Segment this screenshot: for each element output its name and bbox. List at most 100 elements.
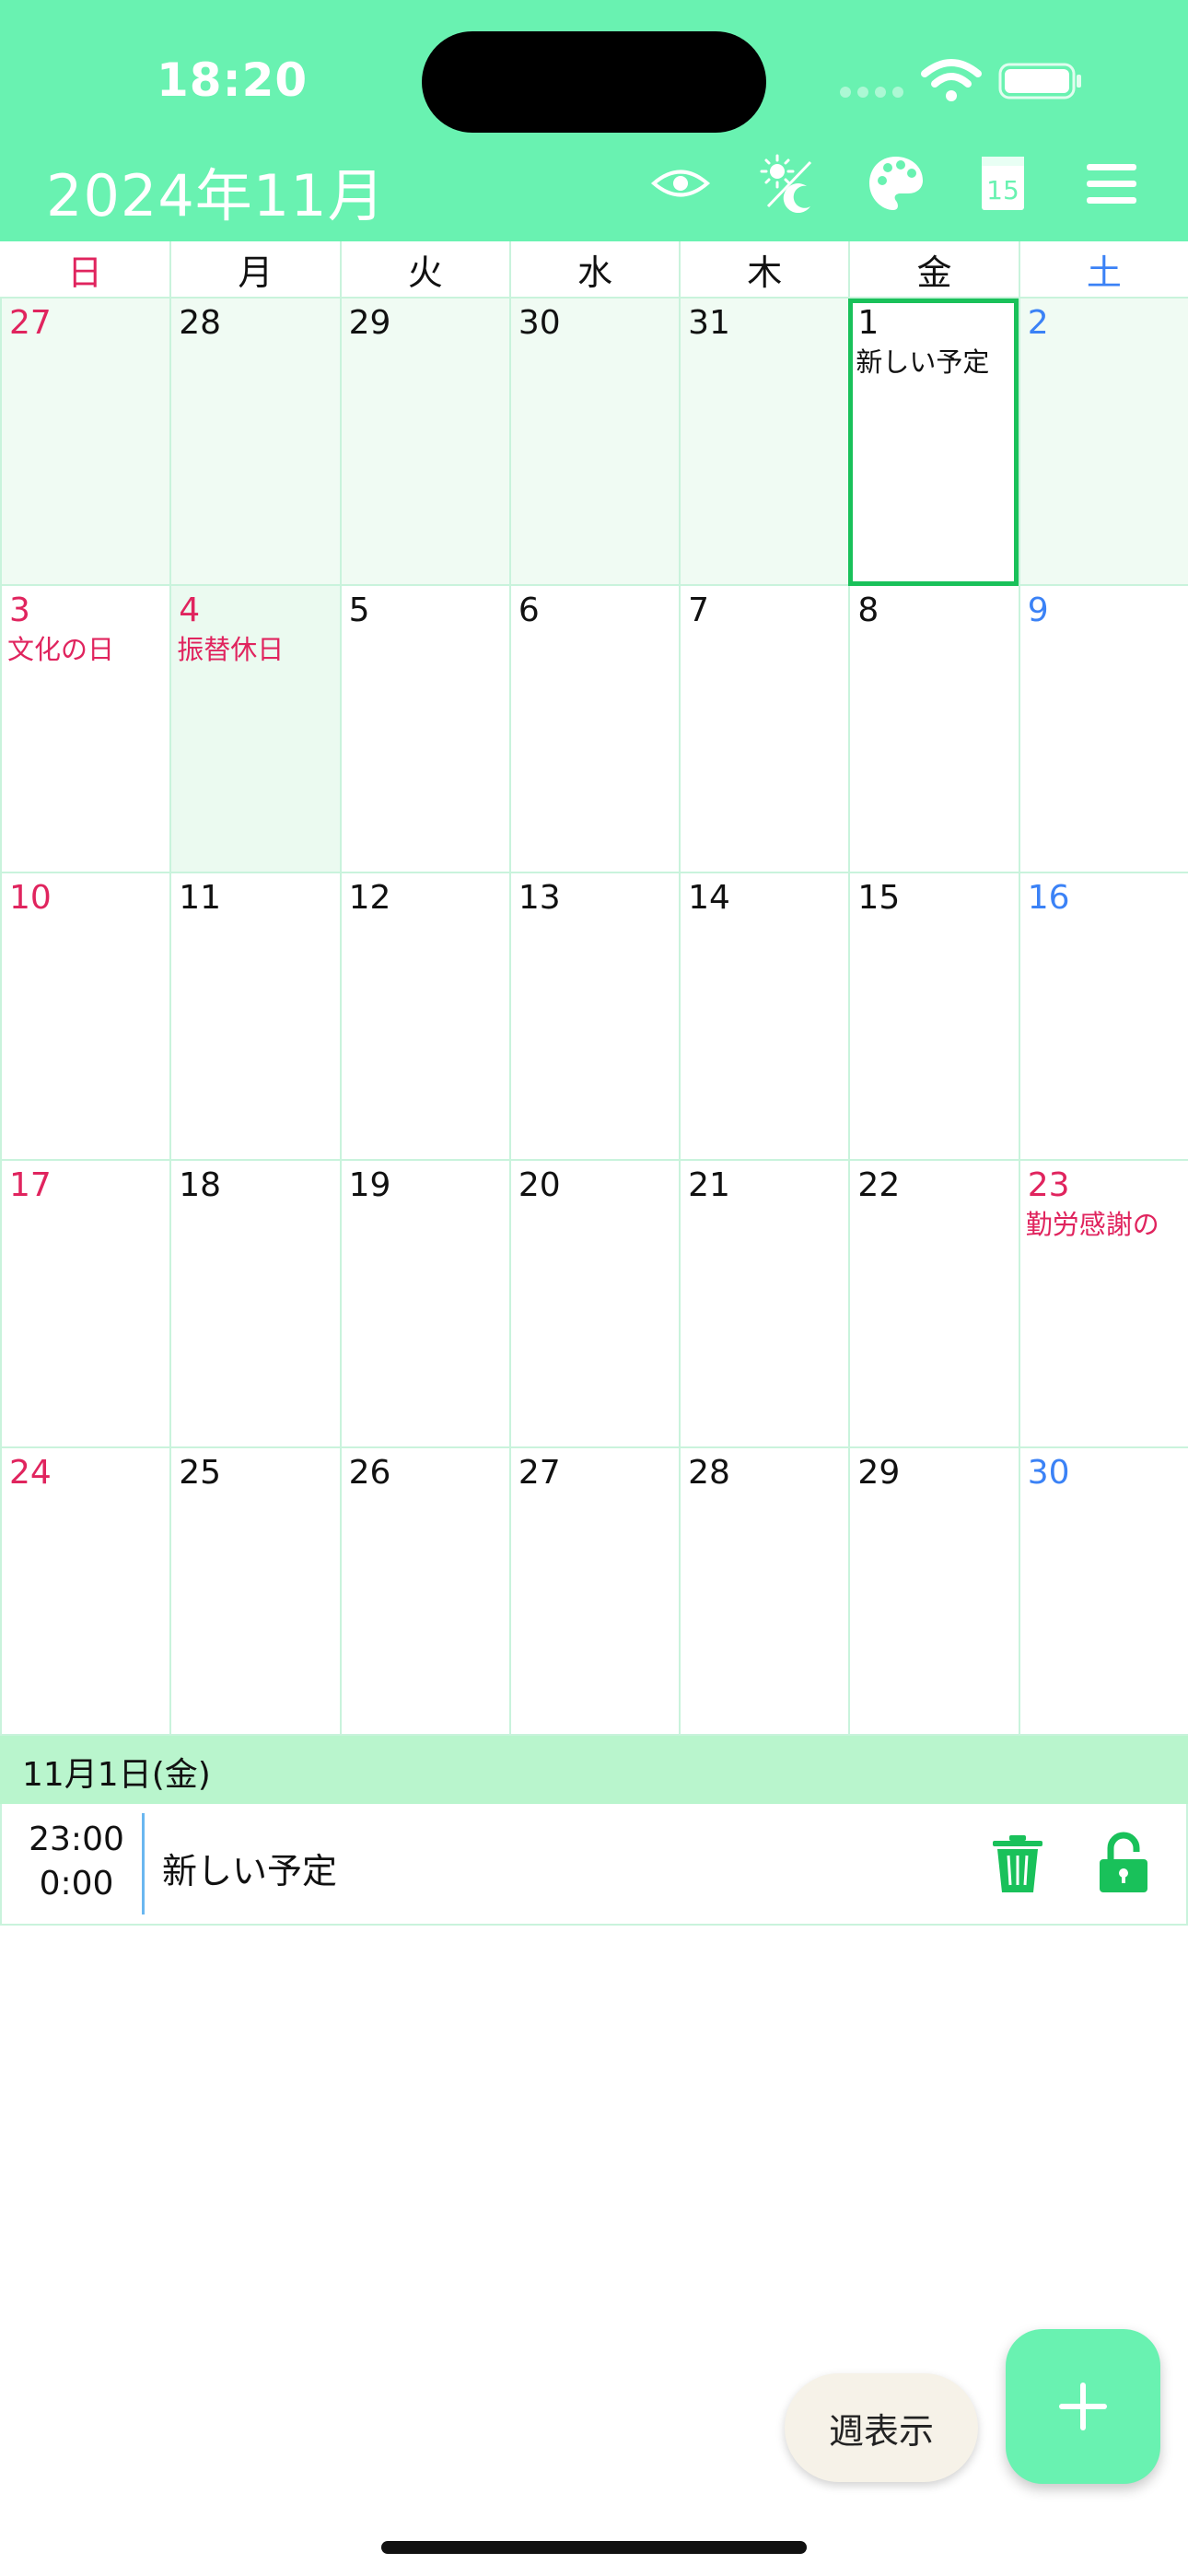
day-number: 12	[348, 879, 391, 917]
calendar-day-cell[interactable]: 11	[169, 873, 340, 1161]
day-number: 21	[688, 1166, 730, 1204]
add-event-button[interactable]	[1006, 2329, 1160, 2484]
day-number: 6	[518, 591, 540, 629]
day-number: 9	[1027, 591, 1049, 629]
calendar-day-cell[interactable]: 27	[508, 1448, 680, 1736]
month-title[interactable]: 2024年11月	[46, 149, 386, 232]
home-indicator	[381, 2541, 807, 2554]
day-number: 30	[1027, 1454, 1070, 1492]
selected-day-header: 11月1日(金)	[0, 1736, 1188, 1804]
calendar-day-cell[interactable]: 30	[508, 299, 680, 586]
event-title: 新しい予定	[162, 1851, 338, 1891]
calendar-day-cell[interactable]: 20	[508, 1161, 680, 1448]
calendar-day-cell[interactable]: 18	[169, 1161, 340, 1448]
calendar-day-cell[interactable]: 9	[1018, 586, 1188, 873]
weekday-thursday: 木	[679, 241, 848, 297]
week-view-button[interactable]: 週表示	[785, 2373, 978, 2482]
plus-icon	[1059, 2383, 1107, 2430]
calendar-day-cell[interactable]: 19	[339, 1161, 509, 1448]
day-number: 23	[1027, 1166, 1070, 1204]
calendar-day-cell[interactable]: 25	[169, 1448, 340, 1736]
app-header: 18:20 2024年11月 15	[0, 0, 1188, 241]
svg-text:15: 15	[986, 175, 1019, 205]
cellular-signal-icon	[840, 87, 903, 98]
calendar-day-cell[interactable]: 26	[339, 1448, 509, 1736]
day-number: 28	[688, 1454, 730, 1492]
calendar-15-icon[interactable]: 15	[973, 153, 1033, 214]
weekday-header: 日 月 火 水 木 金 土	[0, 241, 1188, 299]
calendar-day-cell[interactable]: 3 文化の日	[0, 586, 170, 873]
calendar-day-cell[interactable]: 15	[848, 873, 1019, 1161]
calendar-day-cell[interactable]: 31	[679, 299, 849, 586]
weekday-sunday: 日	[67, 252, 103, 293]
day-number: 29	[857, 1454, 901, 1492]
unlocked-lock-icon[interactable]	[1096, 1832, 1151, 1894]
weekday-monday: 月	[169, 241, 339, 297]
event-color-bar	[142, 1813, 145, 1914]
wifi-icon	[921, 59, 982, 101]
day-number: 15	[857, 879, 901, 917]
event-label: 新しい予定	[856, 346, 990, 378]
calendar-day-cell[interactable]: 24	[0, 1448, 170, 1736]
day-number: 31	[688, 304, 730, 342]
calendar-day-cell[interactable]: 12	[339, 873, 509, 1161]
day-number: 4	[179, 591, 201, 629]
day-number: 5	[348, 591, 370, 629]
calendar-day-cell[interactable]: 28	[679, 1448, 849, 1736]
calendar-day-cell[interactable]: 14	[679, 873, 849, 1161]
calendar-day-cell[interactable]: 21	[679, 1161, 849, 1448]
trash-icon[interactable]	[991, 1833, 1044, 1894]
day-number: 24	[9, 1454, 52, 1492]
holiday-label: 文化の日	[7, 634, 115, 665]
dynamic-island	[422, 31, 766, 133]
holiday-label: 振替休日	[177, 634, 285, 665]
day-number: 2	[1027, 304, 1049, 342]
selected-day-label: 11月1日(金)	[22, 1756, 211, 1794]
calendar-day-cell[interactable]: 28	[169, 299, 340, 586]
event-start-time: 23:00	[29, 1821, 124, 1858]
day-number: 1	[857, 304, 879, 342]
calendar-day-cell[interactable]: 4 振替休日	[169, 586, 340, 873]
day-number: 28	[179, 304, 222, 342]
calendar-day-cell[interactable]: 29	[339, 299, 509, 586]
event-row[interactable]: 23:00 0:00 新しい予定	[0, 1804, 1188, 1926]
calendar-day-cell[interactable]: 30	[1018, 1448, 1188, 1736]
event-end-time: 0:00	[39, 1865, 114, 1903]
day-number: 13	[518, 879, 561, 917]
day-number: 22	[857, 1166, 901, 1204]
theme-toggle-icon[interactable]	[759, 153, 820, 214]
calendar-day-cell[interactable]: 7	[679, 586, 849, 873]
day-number: 3	[9, 591, 30, 629]
weekday-tuesday: 火	[339, 241, 509, 297]
weekday-friday: 金	[848, 241, 1018, 297]
calendar-day-cell[interactable]: 5	[339, 586, 509, 873]
day-number: 18	[179, 1166, 222, 1204]
calendar-day-cell[interactable]: 10	[0, 873, 170, 1161]
calendar-day-cell[interactable]: 13	[508, 873, 680, 1161]
day-number: 25	[179, 1454, 222, 1492]
palette-icon[interactable]	[866, 153, 926, 214]
day-number: 16	[1027, 879, 1070, 917]
day-number: 27	[9, 304, 52, 342]
calendar-day-cell[interactable]: 17	[0, 1161, 170, 1448]
calendar-day-cell[interactable]: 27	[0, 299, 170, 586]
day-number: 8	[857, 591, 879, 629]
day-number: 14	[688, 879, 730, 917]
day-number: 20	[518, 1166, 561, 1204]
weekday-saturday: 土	[1018, 241, 1188, 297]
calendar-day-cell[interactable]: 16	[1018, 873, 1188, 1161]
day-number: 10	[9, 879, 52, 917]
month-grid: 27 28 29 30 31 1 新しい予定 2 3 文化の日 4 振替休日 5 6 7 8 9 10 11 12 13…	[0, 299, 1188, 1736]
menu-icon[interactable]	[1081, 153, 1142, 214]
calendar-day-cell-selected[interactable]: 1 新しい予定	[848, 299, 1019, 586]
calendar-day-cell[interactable]: 2	[1018, 299, 1188, 586]
calendar-day-cell[interactable]: 8	[848, 586, 1019, 873]
calendar-day-cell[interactable]: 6	[508, 586, 680, 873]
day-number: 17	[9, 1166, 52, 1204]
calendar-day-cell[interactable]: 29	[848, 1448, 1019, 1736]
battery-icon	[998, 63, 1081, 100]
eye-icon[interactable]	[650, 153, 711, 214]
calendar-day-cell[interactable]: 23 勤労感謝の	[1018, 1161, 1188, 1448]
calendar-day-cell[interactable]: 22	[848, 1161, 1019, 1448]
day-number: 29	[348, 304, 391, 342]
